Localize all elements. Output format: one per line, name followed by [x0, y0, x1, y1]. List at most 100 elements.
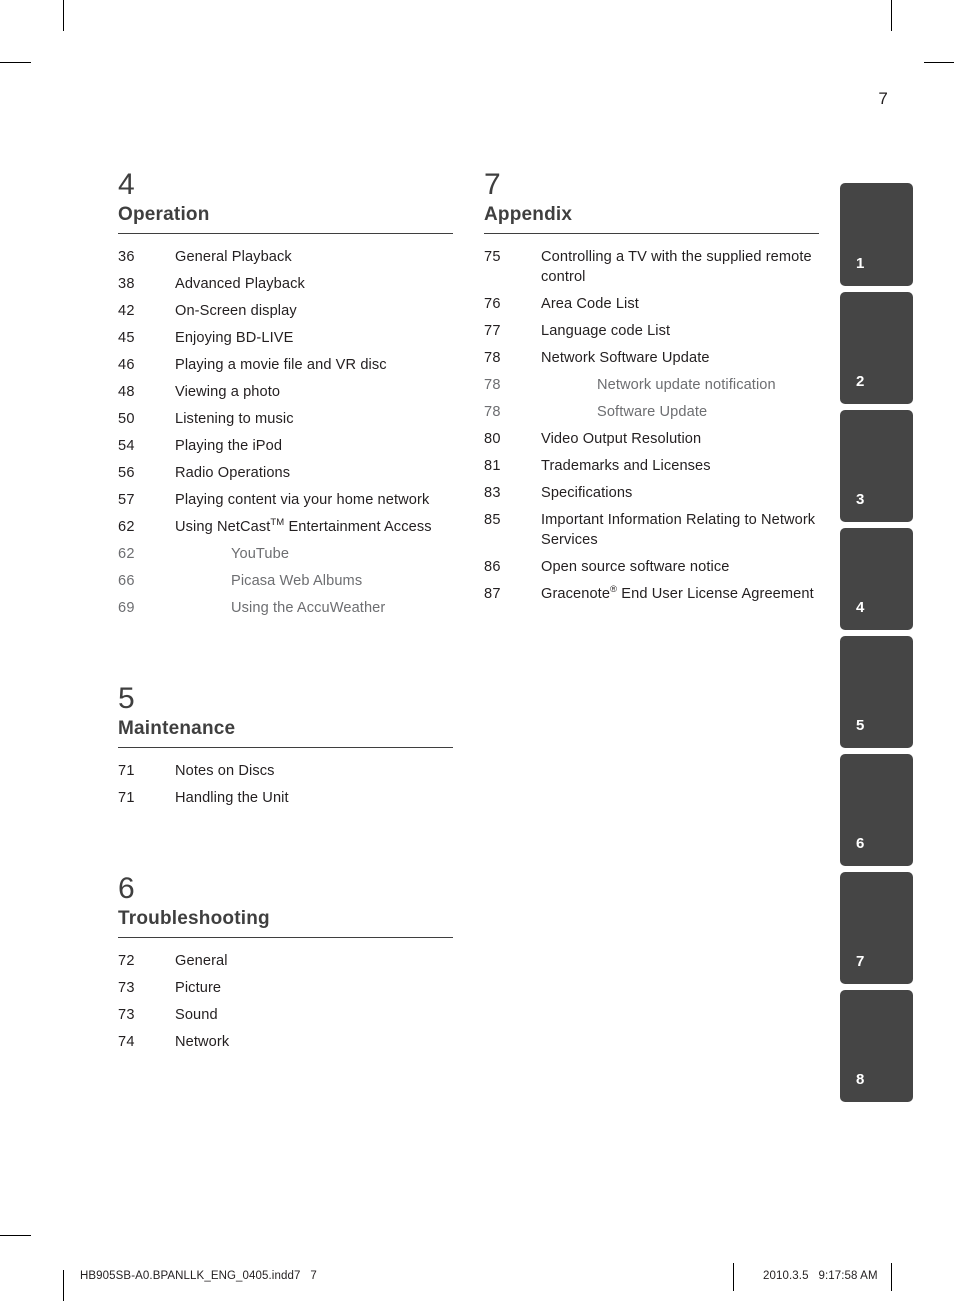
- toc-entry[interactable]: 50 Listening to music: [118, 409, 453, 429]
- toc-entry-title: Picture: [175, 980, 222, 996]
- toc-entry-title: Controlling a TV with the supplied remot…: [541, 249, 812, 285]
- chapter-number: 6: [118, 872, 135, 905]
- toc-entry-title: Specifications: [541, 485, 633, 501]
- toc-entry-page: 66: [118, 573, 135, 589]
- thumb-tab-label: 3: [856, 491, 865, 508]
- crop-mark-top-left-horizontal: [0, 62, 31, 63]
- toc-entry-page: 72: [118, 953, 135, 969]
- toc-column-right: 7 Appendix 75 Controlling a TV with the sup…: [484, 168, 819, 611]
- chapter-title: Troubleshooting: [118, 908, 270, 929]
- chapter-title: Maintenance: [118, 718, 236, 739]
- toc-entry-title: Using the AccuWeather: [231, 600, 386, 616]
- toc-entry[interactable]: 78 Network Software Update: [484, 348, 819, 368]
- toc-entry-title: Playing the iPod: [175, 438, 283, 454]
- toc-entry[interactable]: 87 Gracenote® End User License Agreement: [484, 584, 819, 604]
- toc-entry-title: Picasa Web Albums: [231, 573, 363, 589]
- toc-entry-page: 71: [118, 790, 135, 806]
- toc-entry-page: 83: [484, 485, 501, 501]
- thumb-tab-1[interactable]: 1: [840, 183, 913, 286]
- toc-entry-title: Enjoying BD-LIVE: [175, 330, 294, 346]
- toc-chapter-5: 5 Maintenance 71 Notes on Discs 71 Handling t…: [118, 682, 453, 808]
- toc-chapter-4: 4 Operation 36 General Playback 38 Advanced P…: [118, 168, 453, 618]
- thumb-tab-label: 1: [856, 255, 865, 272]
- toc-entry-page: 45: [118, 330, 135, 346]
- toc-entry[interactable]: 78 Network update notification: [484, 375, 819, 395]
- thumb-tab-2[interactable]: 2: [840, 292, 913, 404]
- toc-entry-title: On-Screen display: [175, 303, 297, 319]
- chapter-number: 4: [118, 168, 135, 201]
- toc-entry[interactable]: 76 Area Code List: [484, 294, 819, 314]
- toc-entry[interactable]: 46 Playing a movie file and VR disc: [118, 355, 453, 375]
- toc-entry[interactable]: 42 On-Screen display: [118, 301, 453, 321]
- toc-entry[interactable]: 54 Playing the iPod: [118, 436, 453, 456]
- toc-entry[interactable]: 83 Specifications: [484, 483, 819, 503]
- toc-entry[interactable]: 62 Using NetCastTM Entertainment Access: [118, 517, 453, 537]
- toc-column-left: 4 Operation 36 General Playback 38 Advanced P…: [118, 168, 453, 1059]
- toc-entry-page: 57: [118, 492, 135, 508]
- toc-entry-page: 78: [484, 350, 501, 366]
- toc-entry[interactable]: 81 Trademarks and Licenses: [484, 456, 819, 476]
- toc-entry[interactable]: 73 Picture: [118, 978, 453, 998]
- toc-entry-page: 38: [118, 276, 135, 292]
- toc-entry-title: Open source software notice: [541, 559, 730, 575]
- toc-entry-title: YouTube: [231, 546, 290, 562]
- toc-entry[interactable]: 77 Language code List: [484, 321, 819, 341]
- toc-entry-title: General Playback: [175, 249, 292, 265]
- toc-entry[interactable]: 72 General: [118, 951, 453, 971]
- toc-entry[interactable]: 71 Notes on Discs: [118, 761, 453, 781]
- chapter-rule: [118, 747, 453, 748]
- toc-entry[interactable]: 45 Enjoying BD-LIVE: [118, 328, 453, 348]
- toc-chapter-6: 6 Troubleshooting 72 General 73 Picture 73 Soun…: [118, 872, 453, 1052]
- footer-filename: HB905SB-A0.BPANLLK_ENG_0405.indd7 7: [80, 1270, 317, 1282]
- toc-entry-page: 73: [118, 980, 135, 996]
- crop-mark-top-left-vertical: [63, 0, 64, 31]
- toc-entry-page: 76: [484, 296, 501, 312]
- toc-entry[interactable]: 48 Viewing a photo: [118, 382, 453, 402]
- thumb-tab-7[interactable]: 7: [840, 872, 913, 984]
- toc-entry-page: 85: [484, 512, 501, 528]
- toc-entry-title: Viewing a photo: [175, 384, 281, 400]
- toc-entry[interactable]: 66 Picasa Web Albums: [118, 571, 453, 591]
- crop-mark-bottom-left-vertical: [63, 1270, 64, 1301]
- toc-entry-title: Network: [175, 1034, 230, 1050]
- thumb-tab-label: 8: [856, 1071, 865, 1088]
- toc-entry-title: Handling the Unit: [175, 790, 289, 806]
- toc-entry-title: Trademarks and Licenses: [541, 458, 711, 474]
- thumb-tab-label: 5: [856, 717, 865, 734]
- toc-entry-title: Software Update: [597, 404, 708, 420]
- toc-entry[interactable]: 78 Software Update: [484, 402, 819, 422]
- thumb-tab-label: 6: [856, 835, 865, 852]
- toc-entry[interactable]: 85 Important Information Relating to Netw…: [484, 510, 819, 550]
- toc-entry-page: 48: [118, 384, 135, 400]
- toc-entry-page: 62: [118, 519, 135, 535]
- toc-entry[interactable]: 73 Sound: [118, 1005, 453, 1025]
- toc-entry[interactable]: 57 Playing content via your home network: [118, 490, 453, 510]
- toc-entry[interactable]: 86 Open source software notice: [484, 557, 819, 577]
- footer-divider-left: [733, 1263, 734, 1291]
- toc-entry[interactable]: 36 General Playback: [118, 247, 453, 267]
- toc-list: 71 Notes on Discs 71 Handling the Unit: [118, 761, 453, 808]
- thumb-tab-6[interactable]: 6: [840, 754, 913, 866]
- chapter-rule: [118, 233, 453, 234]
- toc-entry[interactable]: 62 YouTube: [118, 544, 453, 564]
- toc-entry[interactable]: 80 Video Output Resolution: [484, 429, 819, 449]
- toc-entry[interactable]: 75 Controlling a TV with the supplied rem…: [484, 247, 819, 287]
- toc-entry[interactable]: 71 Handling the Unit: [118, 788, 453, 808]
- toc-entry-page: 69: [118, 600, 135, 616]
- toc-entry[interactable]: 74 Network: [118, 1032, 453, 1052]
- toc-entry[interactable]: 38 Advanced Playback: [118, 274, 453, 294]
- thumb-tab-4[interactable]: 4: [840, 528, 913, 630]
- toc-entry-title: Listening to music: [175, 411, 294, 427]
- toc-entry-title: Notes on Discs: [175, 763, 275, 779]
- toc-entry-page: 78: [484, 404, 501, 420]
- chapter-number: 5: [118, 682, 135, 715]
- toc-entry[interactable]: 56 Radio Operations: [118, 463, 453, 483]
- toc-entry-page: 46: [118, 357, 135, 373]
- thumb-tab-3[interactable]: 3: [840, 410, 913, 522]
- thumb-tab-5[interactable]: 5: [840, 636, 913, 748]
- thumb-tab-8[interactable]: 8: [840, 990, 913, 1102]
- toc-entry[interactable]: 69 Using the AccuWeather: [118, 598, 453, 618]
- toc-entry-title: Language code List: [541, 323, 671, 339]
- toc-list: 75 Controlling a TV with the supplied rem…: [484, 247, 819, 604]
- toc-entry-title: Network Software Update: [541, 350, 710, 366]
